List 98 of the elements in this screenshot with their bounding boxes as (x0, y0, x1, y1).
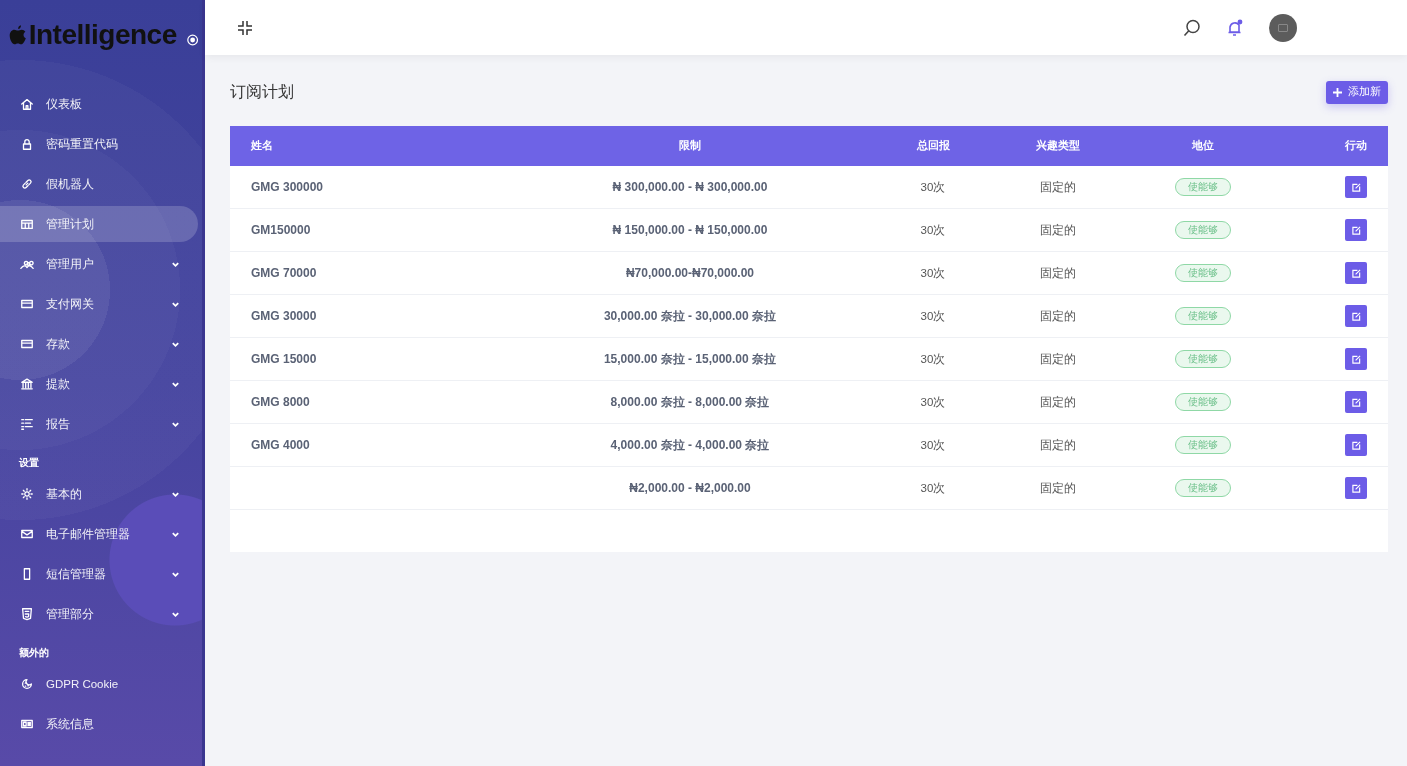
plan-name: GMG 70000 (251, 266, 317, 280)
section-heading: 额外的 (18, 646, 50, 660)
edit-icon (1351, 354, 1361, 364)
plan-name: GMG 8000 (251, 395, 310, 409)
limit-range: 4,000.00 奈拉 - 4,000.00 奈拉 (610, 437, 770, 452)
add-new-button[interactable]: 添加新 (1326, 80, 1388, 104)
column-header: 总回报 (915, 139, 951, 153)
sidebar-item[interactable]: 基本的 (0, 476, 198, 512)
total-return: 30次 (920, 309, 946, 322)
sidebar-item[interactable]: 短信管理器 (0, 556, 198, 592)
edit-icon (1351, 483, 1361, 493)
list-icon (20, 417, 34, 431)
limit-range: 8,000.00 奈拉 - 8,000.00 奈拉 (610, 394, 770, 409)
total-return: 30次 (920, 266, 946, 279)
gear-icon (20, 487, 34, 501)
interest-type: 固定的 (1040, 395, 1076, 408)
status-badge: 使能够 (1175, 264, 1231, 282)
file-icon (20, 607, 34, 621)
interest-type: 固定的 (1040, 438, 1076, 451)
lock-icon (20, 137, 34, 151)
interest-type: 固定的 (1040, 266, 1076, 279)
id-card-icon (20, 717, 34, 731)
edit-icon (1351, 311, 1361, 321)
brand-name: Intelligence (28, 19, 177, 51)
edit-button[interactable] (1345, 176, 1367, 198)
limit-range: ₦2,000.00 - ₦2,000.00 (629, 481, 751, 495)
status-badge: 使能够 (1175, 479, 1231, 497)
sidebar-item[interactable]: 管理计划 (0, 206, 198, 242)
collapse-icon[interactable] (237, 19, 253, 36)
sidebar-item[interactable]: 假机器人 (0, 166, 198, 202)
edit-button[interactable] (1345, 305, 1367, 327)
status-badge: 使能够 (1175, 221, 1231, 239)
edit-button[interactable] (1345, 477, 1367, 499)
limit-range: 15,000.00 奈拉 - 15,000.00 奈拉 (603, 351, 777, 366)
column-header: 姓名 (250, 139, 274, 153)
sidebar-item[interactable]: 提款 (0, 366, 198, 402)
sidebar-item[interactable]: 密码重置代码 (0, 126, 198, 162)
total-return: 30次 (920, 352, 946, 365)
page-title: 订阅计划 (230, 81, 294, 102)
interest-type: 固定的 (1040, 481, 1076, 494)
total-return: 30次 (920, 438, 946, 451)
sidebar-item[interactable]: 管理部分 (0, 596, 198, 632)
plan-name: GMG 4000 (251, 438, 310, 452)
edit-icon (1351, 225, 1361, 235)
home-icon (20, 97, 34, 111)
sidebar-item[interactable]: GDPR Cookie (0, 666, 198, 702)
sidebar-item[interactable]: 管理用户 (0, 246, 198, 282)
sidebar-toggle-icon[interactable] (186, 33, 198, 47)
status-badge: 使能够 (1175, 350, 1231, 368)
plus-icon (1333, 87, 1342, 97)
edit-button[interactable] (1345, 391, 1367, 413)
status-badge: 使能够 (1175, 436, 1231, 454)
total-return: 30次 (920, 180, 946, 193)
sidebar-item[interactable]: 支付网关 (0, 286, 198, 322)
interest-type: 固定的 (1040, 180, 1076, 193)
interest-type: 固定的 (1040, 352, 1076, 365)
column-header: 兴趣类型 (1035, 139, 1081, 153)
link-icon (20, 177, 34, 191)
sidebar-item[interactable]: 系统信息 (0, 706, 198, 742)
search-icon[interactable] (1183, 18, 1201, 37)
edit-button[interactable] (1345, 434, 1367, 456)
plan-name: GMG 15000 (251, 352, 317, 366)
sidebar-item[interactable]: 电子邮件管理器 (0, 516, 198, 552)
plan-name: GMG 300000 (251, 180, 324, 194)
status-badge: 使能够 (1175, 393, 1231, 411)
plan-name: GM150000 (251, 223, 311, 237)
status-badge: 使能够 (1175, 307, 1231, 325)
interest-type: 固定的 (1040, 309, 1076, 322)
column-header: 限制 (678, 139, 702, 153)
edit-button[interactable] (1345, 262, 1367, 284)
mail-icon (20, 527, 34, 541)
edit-button[interactable] (1345, 219, 1367, 241)
limit-range: 30,000.00 奈拉 - 30,000.00 奈拉 (603, 308, 777, 323)
card-icon (20, 297, 34, 311)
column-header: 地位 (1191, 139, 1215, 153)
status-badge: 使能够 (1175, 178, 1231, 196)
sidebar-item[interactable]: 存款 (0, 326, 198, 362)
total-return: 30次 (920, 395, 946, 408)
column-header: 行动 (1344, 139, 1368, 153)
total-return: 30次 (920, 481, 946, 494)
limit-range: ₦ 150,000.00 - ₦ 150,000.00 (612, 223, 768, 237)
edit-icon (1351, 182, 1361, 192)
section-heading: 设置 (18, 456, 40, 470)
limit-range: ₦ 300,000.00 - ₦ 300,000.00 (612, 180, 768, 194)
edit-icon (1351, 440, 1361, 450)
sidebar-item[interactable]: 仪表板 (0, 86, 198, 122)
avatar-icon[interactable] (1269, 13, 1297, 42)
edit-button[interactable] (1345, 348, 1367, 370)
notification-bell-icon[interactable] (1226, 18, 1244, 37)
interest-type: 固定的 (1040, 223, 1076, 236)
card-icon (20, 337, 34, 351)
sidebar-item[interactable]: 报告 (0, 406, 198, 442)
bank-icon (20, 377, 34, 391)
edit-icon (1351, 397, 1361, 407)
edit-icon (1351, 268, 1361, 278)
total-return: 30次 (920, 223, 946, 236)
plan-name: GMG 30000 (251, 309, 317, 323)
limit-range: ₦70,000.00-₦70,000.00 (625, 266, 755, 280)
